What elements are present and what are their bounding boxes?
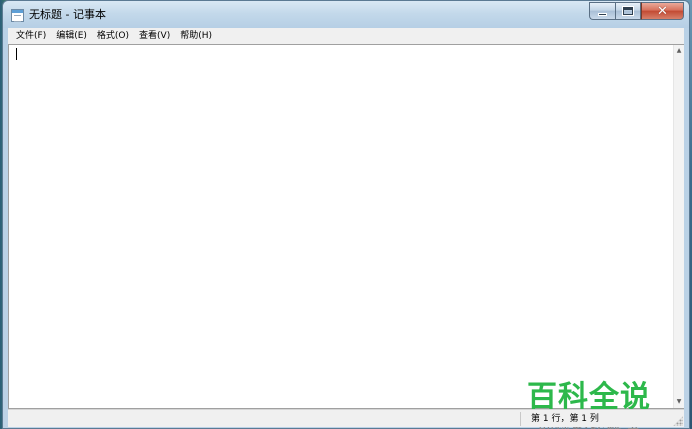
window-title: 无标题 - 记事本 — [29, 8, 106, 21]
menu-help[interactable]: 帮助(H) — [175, 28, 217, 44]
notepad-window: 无标题 - 记事本 ✕ 文件(F) 编辑(E) 格式(O) 查看(V) 帮助(H… — [2, 0, 690, 429]
notepad-icon[interactable] — [11, 9, 24, 22]
minimize-button[interactable] — [589, 2, 615, 20]
title-bar[interactable]: 无标题 - 记事本 ✕ — [3, 1, 689, 28]
menu-file[interactable]: 文件(F) — [8, 28, 51, 44]
menu-view[interactable]: 查看(V) — [134, 28, 175, 44]
close-button[interactable]: ✕ — [641, 2, 684, 20]
text-editor[interactable]: ▲ ▼ 百科全说 助你轻松解决 — [8, 44, 684, 429]
menu-format[interactable]: 格式(O) — [92, 28, 134, 44]
cursor-position: 第 1 行，第 1 列 — [531, 414, 599, 424]
size-grip-icon[interactable] — [673, 416, 683, 426]
text-caret — [16, 48, 17, 60]
minimize-icon — [598, 12, 607, 16]
maximize-icon — [622, 6, 634, 16]
vertical-scrollbar[interactable]: ▲ ▼ — [673, 45, 684, 408]
scroll-up-arrow-icon[interactable]: ▲ — [674, 46, 684, 56]
menu-bar: 文件(F) 编辑(E) 格式(O) 查看(V) 帮助(H) — [8, 28, 684, 45]
status-divider — [520, 412, 521, 426]
scroll-down-arrow-icon[interactable]: ▼ — [674, 397, 684, 407]
caption-buttons: ✕ — [589, 2, 684, 21]
status-bar: 第 1 行，第 1 列 — [8, 409, 684, 427]
maximize-button[interactable] — [615, 2, 641, 20]
close-icon: ✕ — [657, 3, 668, 19]
menu-edit[interactable]: 编辑(E) — [51, 28, 92, 44]
